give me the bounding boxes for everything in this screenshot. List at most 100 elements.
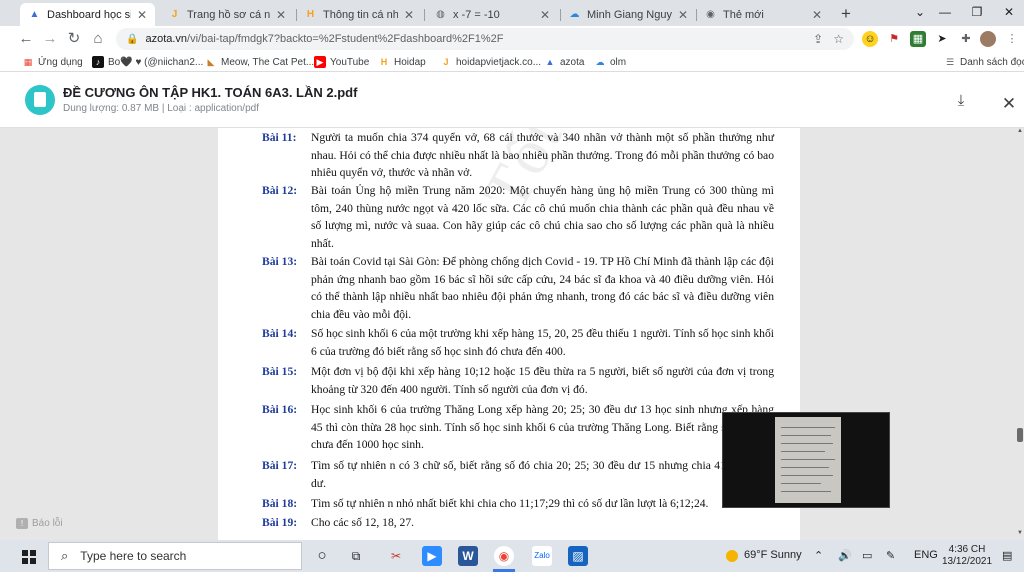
show-hidden-icons[interactable]: ⌃ xyxy=(814,549,823,562)
close-tab-icon[interactable]: ✕ xyxy=(276,8,286,22)
scroll-up-icon[interactable]: ▲ xyxy=(1016,128,1024,134)
volume-icon[interactable]: 🔊 xyxy=(838,549,852,562)
tab-profile[interactable]: J Trang hồ sơ cá nhân - ✕ xyxy=(160,3,294,26)
scroll-down-icon[interactable]: ▼ xyxy=(1016,530,1024,536)
bookmark-apps[interactable]: ▦ Ứng dụng xyxy=(22,54,83,70)
bookmark-youtube[interactable]: ▶ YouTube xyxy=(314,54,369,70)
pdf-page: Tốt - Ba Tốt - ĐIỂM ĐỐ Bài 11:Người ta m… xyxy=(218,128,800,540)
bookmark-azota[interactable]: ▲ azota xyxy=(544,54,585,70)
windows-start-icon[interactable] xyxy=(22,550,36,564)
tab-equation[interactable]: ◍ x -7 = -10 ✕ xyxy=(426,3,558,26)
notification-icon[interactable]: ▤ xyxy=(1002,549,1012,562)
chrome-icon[interactable]: ◉ xyxy=(494,546,514,566)
youtube-icon: ▶ xyxy=(314,56,326,68)
problem-12: Bài 12: Bài toán Ủng hộ miền Trung năm 20… xyxy=(262,184,774,251)
close-tab-icon[interactable]: ✕ xyxy=(540,8,550,22)
bookmark-star-icon[interactable]: ☆ xyxy=(833,32,844,46)
zoom-icon[interactable]: ▶ xyxy=(422,546,442,566)
maximize-button[interactable]: ❐ xyxy=(962,2,992,22)
cloud-icon: ☁ xyxy=(595,56,605,67)
system-clock[interactable]: 4:36 CH 13/12/2021 xyxy=(940,544,994,568)
azota-icon: ▲ xyxy=(29,9,40,20)
camera-preview-window[interactable] xyxy=(722,412,890,508)
tab-minh-giang[interactable]: ☁ Minh Giang Nguyễn - ✕ xyxy=(560,3,696,26)
cortana-icon[interactable]: ○ xyxy=(312,546,332,566)
download-icon[interactable]: ⤓ xyxy=(950,92,972,114)
report-error-button[interactable]: ! Báo lỗi xyxy=(16,518,63,529)
close-tab-icon[interactable]: ✕ xyxy=(137,8,147,22)
reading-list[interactable]: ☰ Danh sách đọc xyxy=(944,54,1024,70)
photos-icon[interactable]: ▨ xyxy=(568,546,588,566)
report-icon: ! xyxy=(16,518,28,529)
forward-button[interactable]: → xyxy=(40,29,60,49)
hoidap-icon: H xyxy=(380,57,388,67)
tab-personal-info[interactable]: H Thông tin cá nhân ✕ xyxy=(296,3,422,26)
sheet-extension-icon[interactable]: ▦ xyxy=(910,31,926,47)
emoji-extension-icon[interactable]: ☺ xyxy=(862,31,878,47)
bookmark-hoidap[interactable]: H Hoidap xyxy=(378,54,426,70)
pdf-header: ĐỀ CƯƠNG ÔN TẬP HK1. TOÁN 6A3. LẦN 2.pdf… xyxy=(0,72,1024,128)
extensions-puzzle-icon[interactable]: ✚ xyxy=(958,31,974,47)
reload-button[interactable]: ↻ xyxy=(64,29,84,49)
task-view-icon[interactable]: ⧉ xyxy=(346,546,366,566)
pdf-title: ĐỀ CƯƠNG ÔN TẬP HK1. TOÁN 6A3. LẦN 2.pdf xyxy=(63,85,358,100)
taskbar: ⌕ Type here to search ○ ⧉ ✂ ▶ W ◉ Zalo ▨… xyxy=(0,540,1024,572)
azota-icon: ▲ xyxy=(545,57,555,67)
weather-sun-icon xyxy=(726,550,738,562)
new-tab-button[interactable]: + xyxy=(836,4,856,24)
cursor-extension-icon[interactable]: ➤ xyxy=(934,31,950,47)
taskbar-search-input[interactable]: ⌕ Type here to search xyxy=(48,542,302,570)
close-icon[interactable]: ✕ xyxy=(998,94,1020,116)
close-tab-icon[interactable]: ✕ xyxy=(678,8,688,22)
problem-11: Bài 11: Người ta muốn chia 374 quyển vở, … xyxy=(262,131,774,180)
bookmark-tiktok[interactable]: ♪ Bo🖤 ♥ (@niichan2... xyxy=(92,54,203,70)
battery-icon[interactable]: ▭ xyxy=(862,549,872,562)
address-bar[interactable]: 🔒 azota.vn/vi/bai-tap/fmdgk7?backto=%2Fs… xyxy=(116,28,854,50)
back-button[interactable]: ← xyxy=(16,29,36,49)
problem-19: Bài 19: Cho các số 12, 18, 27. xyxy=(262,516,415,529)
hoidap-icon: H xyxy=(306,9,315,20)
pdf-meta: Dung lượng: 0.87 MB | Loại : application… xyxy=(63,103,259,114)
chrome-icon: ◉ xyxy=(706,9,715,20)
problem-13: Bài 13: Bài toán Covid tại Sài Gòn: Để ph… xyxy=(262,255,774,322)
hoidap-icon: J xyxy=(171,9,178,20)
menu-kebab-icon[interactable]: ⋮ xyxy=(1004,31,1020,47)
tab-separator xyxy=(424,9,425,21)
zalo-icon[interactable]: Zalo xyxy=(532,546,552,566)
word-icon[interactable]: W xyxy=(458,546,478,566)
home-button[interactable]: ⌂ xyxy=(88,29,108,49)
pen-icon[interactable]: ✎ xyxy=(886,549,895,562)
tab-strip: ▲ Dashboard học sinh ✕ J Trang hồ sơ cá … xyxy=(0,0,1024,26)
app-icon[interactable]: ✂ xyxy=(386,546,406,566)
search-icon: ⌕ xyxy=(61,548,69,563)
window-close-button[interactable]: ✕ xyxy=(994,2,1024,22)
bookmark-olm[interactable]: ☁ olm xyxy=(594,54,627,70)
bookmark-hoidapvietjack[interactable]: Jhoidapvietjack.co... xyxy=(440,54,541,70)
scrollbar-thumb[interactable] xyxy=(1017,428,1023,442)
reading-list-icon: ☰ xyxy=(945,56,955,67)
tab-dashboard[interactable]: ▲ Dashboard học sinh ✕ xyxy=(20,3,155,26)
lock-icon[interactable]: 🔒 xyxy=(126,34,138,45)
bookmark-meow[interactable]: ◣ Meow, The Cat Pet... xyxy=(205,54,315,70)
problem-17: Bài 17: Tìm số tự nhiên n có 3 chữ số, bi… xyxy=(262,459,774,490)
weather-text[interactable]: 69°F Sunny xyxy=(744,549,802,561)
tiktok-icon: ♪ xyxy=(92,56,104,68)
scrollbar[interactable] xyxy=(1016,128,1024,540)
tab-new-tab[interactable]: ◉ Thẻ mới ✕ xyxy=(696,3,830,26)
url-text[interactable]: azota.vn/vi/bai-tap/fmdgk7?backto=%2Fstu… xyxy=(145,33,803,45)
web-icon: ◍ xyxy=(436,9,445,20)
flag-extension-icon[interactable]: ⚑ xyxy=(886,31,902,47)
problem-18: Bài 18: Tìm số tự nhiên n nhỏ nhất biết k… xyxy=(262,497,709,510)
problem-16: Bài 16: Học sinh khối 6 của trường Thăng … xyxy=(262,403,774,452)
profile-avatar[interactable] xyxy=(980,31,996,47)
apps-grid-icon: ▦ xyxy=(23,56,33,67)
close-tab-icon[interactable]: ✕ xyxy=(812,8,822,22)
bookmarks-bar: ▦ Ứng dụng ♪ Bo🖤 ♥ (@niichan2... ◣ Meow, Th… xyxy=(0,52,1024,72)
language-indicator[interactable]: ENG xyxy=(914,549,938,561)
share-icon[interactable]: ⇪ xyxy=(813,32,823,46)
cat-icon: ◣ xyxy=(207,56,215,67)
close-tab-icon[interactable]: ✕ xyxy=(404,8,414,22)
camera-photo xyxy=(775,417,841,503)
minimize-button[interactable]: — xyxy=(930,2,960,22)
browser-toolbar: ← → ↻ ⌂ 🔒 azota.vn/vi/bai-tap/fmdgk7?bac… xyxy=(0,26,1024,52)
